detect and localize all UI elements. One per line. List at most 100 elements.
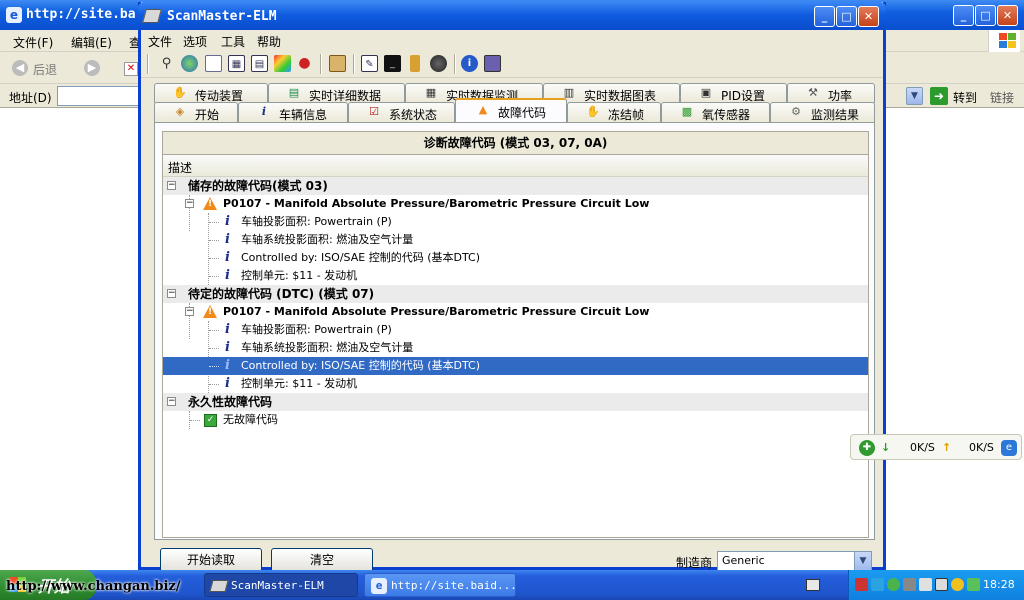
exit-door-icon[interactable] [484,55,501,72]
browser-close-button[interactable]: ✕ [997,5,1018,26]
dtc-detail-row[interactable]: i 车轴系统投影面积: 燃油及空气计量 [163,339,868,357]
collapse-icon[interactable]: − [167,289,176,298]
manufacturer-value: Generic [722,554,765,567]
checkbox-icon: ☑ [369,105,379,118]
ie-logo-icon[interactable]: e [1001,440,1017,456]
wireless-icon[interactable] [871,578,884,591]
terminal-icon[interactable]: _ [384,55,401,72]
app-minimize-button[interactable]: _ [814,6,835,27]
address-dropdown-icon[interactable]: ▼ [906,87,923,105]
forward-arrow-icon[interactable]: ▶ [84,60,100,76]
gauge-icon[interactable] [430,55,447,72]
clock[interactable]: 18:28 [983,578,1015,591]
dtc-detail-row[interactable]: i 控制单元: $11 - 发动机 [163,267,868,285]
task-browser[interactable]: e http://site.baid... [364,573,516,597]
group-permanent-codes[interactable]: − 永久性故障代码 [163,393,868,411]
stop-icon[interactable]: ✕ [124,62,138,76]
column-header[interactable]: 描述 [163,155,868,177]
tab-system-status[interactable]: ☑ 系统状态 [348,102,455,122]
group-stored-codes[interactable]: − 储存的故障代码(模式 03) [163,177,868,195]
info-icon[interactable]: i [461,55,478,72]
tray-app-icon[interactable] [951,578,964,591]
dtc-detail-row[interactable]: i 控制单元: $11 - 发动机 [163,375,868,393]
dtc-detail-row-selected[interactable]: i Controlled by: ISO/SAE 控制的代码 (基本DTC) [163,357,868,375]
collapse-icon[interactable]: − [167,181,176,190]
browser-menu-edit[interactable]: 编辑(E) [71,34,112,51]
go-button[interactable]: 转到 [953,89,977,106]
tray-app-icon[interactable] [967,578,980,591]
group-pending-codes[interactable]: − 待定的故障代码 (DTC) (模式 07) [163,285,868,303]
dtc-detail-label: Controlled by: ISO/SAE 控制的代码 (基本DTC) [241,359,481,372]
battery-icon[interactable] [410,55,420,72]
app-titlebar[interactable]: ScanMaster-ELM _ □ ✕ [138,2,886,30]
tab-pid-settings[interactable]: ▣ PID设置 [680,83,787,103]
collapse-icon[interactable]: − [185,199,194,208]
collapse-icon[interactable]: − [185,307,194,316]
tab-start[interactable]: ◈ 开始 [154,102,238,122]
menu-options[interactable]: 选项 [183,33,207,50]
go-arrow-icon[interactable]: ➜ [930,87,948,105]
tab-vehicle-info[interactable]: i 车辆信息 [238,102,348,122]
message-icon[interactable]: ✎ [361,55,378,72]
network-status-icon[interactable] [887,578,900,591]
tab-power[interactable]: ⚒ 功率 [787,83,875,103]
manufacturer-select[interactable]: Generic ▼ [717,551,872,572]
collapse-icon[interactable]: − [167,397,176,406]
list-icon: ▤ [288,86,300,99]
tab-transmission[interactable]: ✋ 传动装置 [154,83,268,103]
color-chart-icon[interactable] [274,55,291,72]
dtc-code-row[interactable]: − P0107 - Manifold Absolute Pressure/Bar… [163,303,868,321]
task-label: http://site.baid... [391,579,516,592]
tree-line [209,330,219,331]
ok-check-icon: ✓ [204,414,217,427]
tab-freeze-frame[interactable]: ✋ 冻结帧 [567,102,661,122]
dtc-code-row[interactable]: − P0107 - Manifold Absolute Pressure/Bar… [163,195,868,213]
document-icon[interactable] [205,55,222,72]
info-icon: i [225,340,230,355]
links-label[interactable]: 链接 [990,89,1014,106]
info-icon: i [225,358,230,373]
browser-menu-file[interactable]: 文件(F) [13,34,53,51]
tab-live-detail[interactable]: ▤ 实时详细数据 [268,83,405,103]
tab-trouble-codes[interactable]: ▲ 故障代码 [455,98,567,122]
dtc-tree[interactable]: 描述 − 储存的故障代码(模式 03) − P0107 - Manifold A… [162,155,869,538]
app-maximize-button[interactable]: □ [836,6,857,27]
volume-icon[interactable] [935,578,948,591]
connect-plug-icon[interactable]: ⚲ [158,55,175,72]
no-code-row[interactable]: ✓ 无故障代码 [163,411,868,429]
tray-app-icon[interactable] [855,578,868,591]
task-scanmaster[interactable]: ScanMaster-ELM [204,573,358,597]
clipboard-icon[interactable] [329,55,346,72]
keyboard-icon[interactable] [806,579,820,591]
browser-minimize-button[interactable]: _ [953,5,974,26]
dtc-detail-row[interactable]: i 车轴投影面积: Powertrain (P) [163,213,868,231]
app-close-button[interactable]: ✕ [858,6,879,27]
tray-app-icon[interactable] [903,578,916,591]
table-icon[interactable]: ▦ [228,55,245,72]
chart-icon[interactable]: ▤ [251,55,268,72]
address-input[interactable] [57,86,142,106]
display-icon[interactable] [919,578,932,591]
network-speed-widget[interactable]: ✚ ↓ 0K/S ↑ 0K/S e [850,434,1022,460]
tree-line [209,222,219,223]
back-arrow-icon[interactable]: ◀ [12,60,28,76]
dtc-detail-row[interactable]: i 车轴投影面积: Powertrain (P) [163,321,868,339]
tab-monitor-results[interactable]: ⚙ 监测结果 [770,102,875,122]
menu-tools[interactable]: 工具 [221,33,245,50]
app-menubar: 文件 选项 工具 帮助 [141,30,883,50]
menu-help[interactable]: 帮助 [257,33,281,50]
menu-file[interactable]: 文件 [148,33,172,50]
browser-maximize-button[interactable]: □ [975,5,996,26]
dtc-detail-row[interactable]: i 车轴系统投影面积: 燃油及空气计量 [163,231,868,249]
dtc-detail-row[interactable]: i Controlled by: ISO/SAE 控制的代码 (基本DTC) [163,249,868,267]
download-speed: 0K/S [910,441,935,454]
tree-line [190,420,200,421]
chevron-down-icon[interactable]: ▼ [854,552,871,571]
start-read-button[interactable]: 开始读取 [160,548,262,572]
back-button-label[interactable]: 后退 [33,61,57,78]
traffic-light-icon[interactable]: ● [296,55,313,72]
clear-button[interactable]: 清空 [271,548,373,572]
tab-label: 车辆信息 [279,108,328,122]
globe-icon[interactable] [181,55,198,72]
tab-o2-sensor[interactable]: ▩ 氧传感器 [661,102,770,122]
